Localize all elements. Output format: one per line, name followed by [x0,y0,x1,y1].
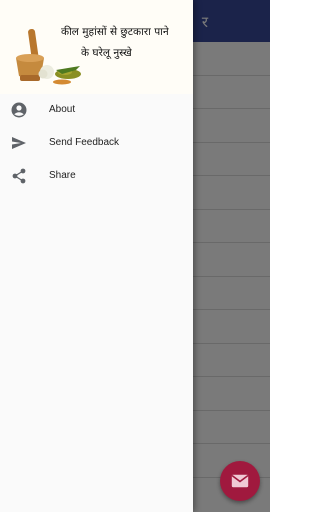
menu-item-send-feedback[interactable]: Send Feedback [0,127,193,160]
email-fab-button[interactable] [220,461,260,501]
header-title-line1: कील मुहांसों से छुटकारा पाने [61,26,169,38]
share-icon [12,168,26,184]
account-circle-icon [11,102,27,118]
menu-item-about[interactable]: About [0,94,193,127]
drawer-menu: About Send Feedback Share [0,94,193,193]
menu-item-share[interactable]: Share [0,160,193,193]
menu-item-label: Send Feedback [49,137,120,148]
send-icon [12,137,26,149]
header-title-line2: के घरेलू नुस्खे [81,47,132,59]
menu-item-label: Share [49,170,76,181]
email-icon [231,474,249,488]
navigation-drawer: कील मुहांसों से छुटकारा पाने के घरेलू नु… [0,0,193,512]
drawer-header: कील मुहांसों से छुटकारा पाने के घरेलू नु… [0,0,193,94]
menu-item-label: About [49,104,76,115]
